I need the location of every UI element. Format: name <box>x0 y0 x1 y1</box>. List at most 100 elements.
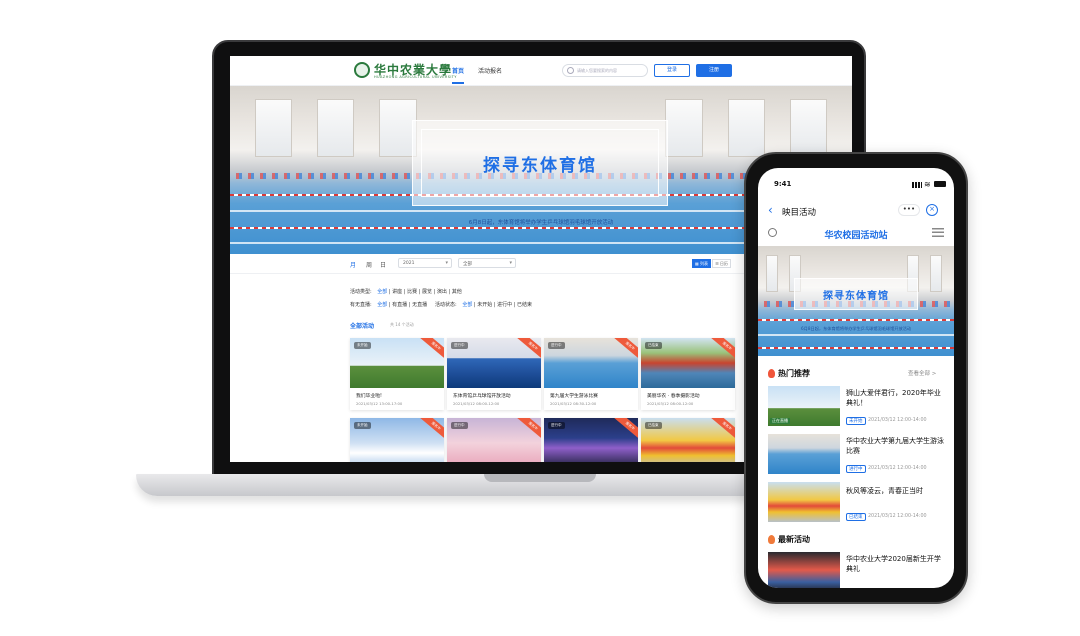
card-date: 2021/03/12 08:00-12:00 <box>647 401 694 406</box>
hot-item-status: 进行中 <box>846 465 866 473</box>
all-activities-count: 共 14 个活动 <box>390 322 414 327</box>
phone-hero-banner[interactable]: 探寻东体育馆 6月8日起，东体育馆将举办学生乒乓球馆羽毛球馆开放活动 <box>758 246 954 356</box>
app-title: 华农校园活动站 <box>824 231 888 241</box>
new-item-image[interactable] <box>768 552 840 588</box>
type-filter-row: 活动类型: 全部 | 讲座 | 比赛 | 展览 | 演出 | 其他 <box>350 289 462 295</box>
menu-icon[interactable] <box>932 228 944 237</box>
window-decor <box>727 99 765 157</box>
phone-hero-title-box: 探寻东体育馆 <box>794 278 918 310</box>
card-status-badge: 未开始 <box>354 342 371 349</box>
type-filter-option[interactable]: 比赛 <box>407 289 417 295</box>
hot-item-date: 2021/03/12 12:00-14:00 <box>868 466 927 471</box>
all-activities-title: 全部活动 <box>350 323 375 330</box>
activity-card[interactable]: 进行中 报名中 <box>447 418 541 462</box>
hot-item-title[interactable]: 华中农业大学第九届大学生游泳比赛 <box>846 436 946 456</box>
see-all-link[interactable]: 查看全部 > <box>908 369 936 377</box>
hero-title: 探寻东体育馆 <box>483 156 597 176</box>
year-select[interactable]: 2021 <box>398 258 452 268</box>
window-decor <box>317 99 355 157</box>
card-status-badge: 进行中 <box>451 422 468 429</box>
window-decor <box>789 99 828 157</box>
activity-card[interactable]: 已结束 报名中 美丽华农 · 春季摄影活动 2021/03/12 08:00-1… <box>641 338 735 410</box>
activity-card[interactable]: 未开始 报名中 <box>350 418 444 462</box>
fire-icon <box>768 369 775 378</box>
type-filter-option[interactable]: 其他 <box>452 289 462 295</box>
card-status-badge: 进行中 <box>548 422 565 429</box>
view-list-button[interactable]: ▦ 列表 <box>692 259 711 268</box>
phone-hero-subtitle: 6月8日起，东体育馆将举办学生乒乓球馆羽毛球馆开放活动 <box>800 326 912 331</box>
activity-card[interactable]: 进行中 报名中 东体育馆乒乓球馆开放活动 2021/03/12 08:00-12… <box>447 338 541 410</box>
status-time: 9:41 <box>774 180 792 188</box>
nav-title: 映目活动 <box>782 208 817 218</box>
month-select[interactable]: 全部 <box>458 258 516 268</box>
hot-title: 热门推荐 <box>778 369 810 378</box>
state-filter-option[interactable]: 全部 <box>462 302 472 308</box>
state-filter-option[interactable]: 已结束 <box>517 302 532 308</box>
hot-item-title[interactable]: 狮山大爱伴君行，2020年毕业典礼！ <box>846 388 946 408</box>
live-filter-option[interactable]: 无直播 <box>412 302 427 308</box>
hot-item-date: 2021/03/12 12:00-14:00 <box>868 514 927 519</box>
nav-activity[interactable]: 活动报名 <box>478 66 502 75</box>
window-decor <box>254 99 293 157</box>
stage: 华中农業大學 HUAZHONG AGRICULTURAL UNIVERSITY … <box>0 0 1080 636</box>
hot-item-image[interactable] <box>768 434 840 474</box>
card-status-badge: 未开始 <box>354 422 371 429</box>
card-title: 我们毕业啦! <box>356 394 382 399</box>
hero-title-box: 探寻东体育馆 <box>412 120 668 206</box>
window-decor <box>765 254 778 293</box>
view-calendar-button[interactable]: ☰ 日历 <box>712 259 731 268</box>
card-status-badge: 已结束 <box>645 342 662 349</box>
wifi-icon: ≋ <box>924 180 931 189</box>
live-filter-option[interactable]: 有直播 <box>392 302 407 308</box>
filter-day[interactable]: 日 <box>380 260 386 269</box>
new-title: 最新活动 <box>778 535 810 544</box>
university-logo-icon[interactable] <box>354 62 370 78</box>
card-title: 第九届大学生游泳比赛 <box>550 394 598 399</box>
activity-card[interactable]: 已结束 报名中 <box>641 418 735 462</box>
live-filter-option[interactable]: 全部 <box>377 302 387 308</box>
card-date: 2021/03/12 08:00-12:00 <box>453 401 500 406</box>
back-icon[interactable]: ‹ <box>768 203 773 217</box>
card-title: 东体育馆乒乓球馆开放活动 <box>453 394 511 399</box>
state-filter-option[interactable]: 未开始 <box>477 302 492 308</box>
web-header: 华中农業大學 HUAZHONG AGRICULTURAL UNIVERSITY … <box>230 56 852 86</box>
card-status-badge: 进行中 <box>451 342 468 349</box>
type-filter-option[interactable]: 展览 <box>422 289 432 295</box>
type-filter-option[interactable]: 演出 <box>437 289 447 295</box>
close-icon[interactable]: × <box>926 204 938 216</box>
search-placeholder: 请输入您要搜索的内容 <box>577 68 617 73</box>
activity-card[interactable]: 未开始 报名中 我们毕业啦! 2021/03/12 13:00-17:00 <box>350 338 444 410</box>
pool-lane <box>758 347 954 350</box>
type-filter-label: 活动类型: <box>350 289 372 295</box>
more-button[interactable]: ••• <box>898 204 920 216</box>
login-button[interactable]: 登录 <box>654 64 690 77</box>
pool-lane <box>758 334 954 336</box>
university-name-en: HUAZHONG AGRICULTURAL UNIVERSITY <box>374 75 457 79</box>
nav-home[interactable]: 首页 <box>452 66 465 84</box>
hot-item-image[interactable] <box>768 482 840 522</box>
register-button[interactable]: 注册 <box>696 64 732 77</box>
hot-item-title[interactable]: 秋风等凌云，青春正当时 <box>846 486 946 496</box>
hot-item-status: 已结束 <box>846 513 866 521</box>
card-date: 2021/03/12 08:30-12:00 <box>550 401 597 406</box>
type-filter-option[interactable]: 全部 <box>377 289 387 295</box>
laptop-notch <box>484 474 596 482</box>
activity-card[interactable]: 进行中 报名中 第九届大学生游泳比赛 2021/03/12 08:30-12:0… <box>544 338 638 410</box>
window-decor <box>379 99 417 157</box>
filter-month[interactable]: 月 <box>350 260 356 269</box>
hot-item-date: 2021/03/12 12:00-14:00 <box>868 418 927 423</box>
battery-icon <box>934 181 946 187</box>
new-item-title[interactable]: 华中农业大学2020届新生开学典礼 <box>846 554 946 574</box>
phone-screen: 9:41 ≋ ‹ 映目活动 ••• × 华农校园活动站 探寻东体育馆 6月8日起… <box>758 168 954 588</box>
live-filter-label: 有无直播: <box>350 302 372 308</box>
search-input[interactable]: 请输入您要搜索的内容 <box>562 64 648 77</box>
activity-card[interactable]: 进行中 报名中 <box>544 418 638 462</box>
window-decor <box>930 254 943 293</box>
new-icon <box>768 535 775 544</box>
state-filter-option[interactable]: 进行中 <box>497 302 512 308</box>
filter-week[interactable]: 周 <box>366 260 372 269</box>
hot-item-status: 未开始 <box>846 417 866 425</box>
live-badge: 正在直播 <box>770 418 790 424</box>
card-title: 美丽华农 · 春季摄影活动 <box>647 394 700 399</box>
type-filter-option[interactable]: 讲座 <box>392 289 402 295</box>
